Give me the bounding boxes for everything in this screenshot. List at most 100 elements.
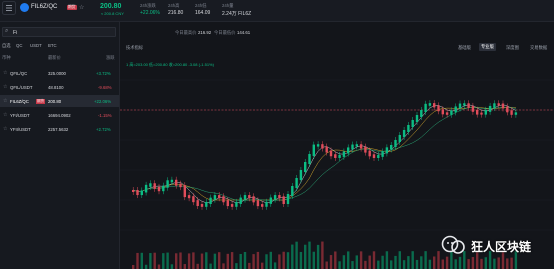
market-row-selected[interactable]: ☆ FIL6Z/QC 期货 200.80 +22.06% xyxy=(0,95,119,107)
futures-badge: 期货 xyxy=(67,5,77,10)
search-input[interactable]: Fi xyxy=(13,30,17,36)
candle xyxy=(273,195,277,200)
candle xyxy=(132,190,135,192)
volume-bar xyxy=(334,251,337,269)
volume-bar xyxy=(295,241,298,269)
candle xyxy=(209,197,212,204)
volume-bar xyxy=(230,252,234,269)
moving-average-line xyxy=(133,107,516,201)
favorite-star-icon[interactable]: ☆ xyxy=(79,4,84,11)
candle xyxy=(338,154,341,158)
tab-qc[interactable]: QC xyxy=(16,43,22,48)
view-basic-button[interactable]: 基础版 xyxy=(458,45,471,51)
volume-bar xyxy=(329,255,333,269)
candle xyxy=(299,170,303,180)
candle xyxy=(390,145,393,150)
candle xyxy=(351,144,354,150)
star-icon[interactable]: ☆ xyxy=(3,112,7,118)
volume-bar xyxy=(265,254,268,269)
volume-bar xyxy=(394,255,397,269)
volume-bar xyxy=(243,251,247,269)
volume-bar xyxy=(407,256,410,269)
candle xyxy=(510,110,513,115)
volume-bar xyxy=(166,252,169,269)
candle xyxy=(243,195,247,200)
market-row[interactable]: ☆ YFI/USDT 16694.0902 -1.15% xyxy=(0,110,119,121)
candle xyxy=(394,140,397,147)
tab-favorites[interactable]: 自选 xyxy=(2,43,11,49)
moving-average-line xyxy=(133,106,516,201)
tab-btc[interactable]: BTC xyxy=(48,43,57,48)
moving-averages xyxy=(133,104,517,204)
candle xyxy=(295,178,298,188)
stat-label-change: 24h涨跌 xyxy=(140,3,156,8)
indicator-button[interactable]: 技术指标 xyxy=(126,45,143,51)
stat-value-volume: 2.24万 FIL6Z xyxy=(222,11,252,17)
row-change: -1.15% xyxy=(98,113,112,118)
last-price: 200.80 xyxy=(100,3,122,10)
volume-bar xyxy=(248,262,251,269)
candle xyxy=(183,185,186,198)
volume-bar xyxy=(312,251,315,269)
column-header-coin[interactable]: 币种 xyxy=(2,55,11,61)
candle xyxy=(355,144,358,147)
view-trade-data-button[interactable]: 交易数据 xyxy=(530,45,547,51)
today-high-value: 216.92 xyxy=(198,30,212,35)
row-change: +3.72% xyxy=(96,71,111,76)
candle xyxy=(415,115,419,122)
volume-bar xyxy=(347,251,350,269)
market-row[interactable]: ☆ QFIL/QC 325.0000 +3.72% xyxy=(0,68,119,79)
candle xyxy=(261,204,264,207)
candle xyxy=(308,154,311,164)
row-price: 200.80 xyxy=(48,99,62,104)
candle xyxy=(213,195,217,200)
tab-usdt[interactable]: USDT xyxy=(30,43,42,48)
volume-bar xyxy=(136,252,139,269)
volume-bar xyxy=(286,252,290,269)
column-header-price[interactable]: 最新价 xyxy=(48,55,61,61)
row-pair: QFIL/USDT xyxy=(10,85,33,90)
view-pro-button[interactable]: 专业版 xyxy=(479,43,496,51)
volume-bar xyxy=(187,253,191,269)
star-icon[interactable]: ☆ xyxy=(3,84,7,90)
candle xyxy=(488,105,492,112)
today-low-label: 今日最低价 xyxy=(214,30,236,35)
watermark-text: 狂人区块链 xyxy=(471,240,532,254)
volume-bar xyxy=(437,251,440,269)
search-box[interactable]: ⌕ Fi xyxy=(2,27,116,37)
watermark: 狂人区块链 xyxy=(441,228,554,264)
volume-bar xyxy=(351,261,354,269)
candle xyxy=(458,103,462,109)
star-icon[interactable]: ☆ xyxy=(3,98,7,104)
candle xyxy=(166,180,169,188)
star-icon[interactable]: ☆ xyxy=(3,70,7,76)
volume-bar xyxy=(196,263,199,269)
candle xyxy=(153,183,156,189)
candle xyxy=(144,184,148,193)
today-high-label: 今日最高价 xyxy=(175,30,197,35)
market-row[interactable]: ☆ QFIL/USDT 48.8100 -9.68% xyxy=(0,82,119,93)
stat-label-low: 24h低 xyxy=(195,3,207,8)
row-pair: QFIL/QC xyxy=(10,71,28,76)
volume-bar xyxy=(209,263,212,269)
row-price: 325.0000 xyxy=(48,71,66,76)
volume-bar xyxy=(192,252,195,269)
stat-label-volume: 24h量 xyxy=(222,3,234,8)
candle xyxy=(467,103,470,108)
column-header-change[interactable]: 涨跌 xyxy=(106,55,115,61)
futures-tag: 期货 xyxy=(36,99,45,104)
candle xyxy=(402,130,406,137)
view-depth-button[interactable]: 深度图 xyxy=(506,45,519,51)
volume-bar xyxy=(213,253,217,269)
volume-bar xyxy=(261,262,264,269)
candle xyxy=(325,146,328,153)
candle xyxy=(248,195,251,199)
candle xyxy=(463,103,466,106)
row-change: -9.68% xyxy=(98,85,112,90)
candle xyxy=(372,154,376,158)
volume-bar xyxy=(428,259,432,269)
market-row[interactable]: ☆ YFII/USDT 2257.5632 +2.72% xyxy=(0,124,119,135)
star-icon[interactable]: ☆ xyxy=(3,126,7,132)
menu-icon[interactable] xyxy=(2,1,16,15)
row-pair: YFII/USDT xyxy=(10,127,31,132)
